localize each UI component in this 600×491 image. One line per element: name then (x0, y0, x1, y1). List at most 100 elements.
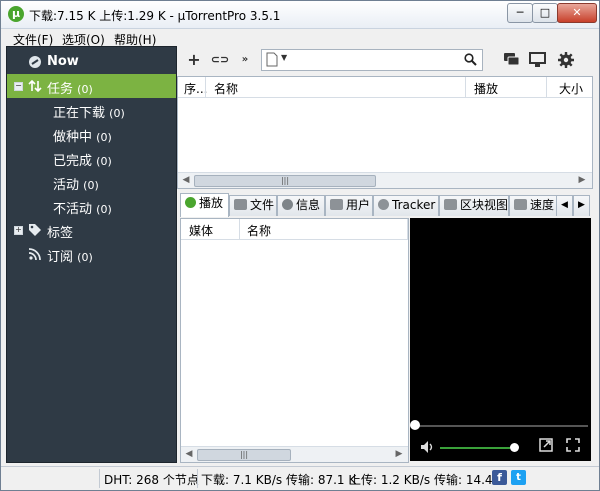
minimize-button[interactable]: ─ (507, 3, 533, 23)
tab-label: 文件 (250, 198, 275, 212)
search-input[interactable]: ▼ (261, 49, 483, 71)
tab-files[interactable]: 文件 (229, 195, 277, 216)
title-bar: µ 下载:7.15 K 上传:1.29 K - µTorrentPro 3.5.… (1, 1, 599, 29)
sidebar-item-completed[interactable]: 已完成 (0) (7, 146, 176, 170)
column-header-number[interactable]: 序... (184, 80, 207, 97)
tab-label: 区块视图 (460, 198, 509, 212)
sidebar-item-seeding[interactable]: 做种中 (0) (7, 122, 176, 146)
sidebar-item-label: 标签 (47, 226, 74, 241)
sidebar-item-tasks[interactable]: − 任务 (0) (7, 74, 176, 98)
column-header-media[interactable]: 媒体 (189, 222, 213, 239)
media-player[interactable] (410, 218, 591, 461)
pieces-icon (444, 199, 457, 210)
maximize-button[interactable]: □ (532, 3, 558, 23)
count-badge: (0) (77, 251, 93, 264)
seek-bar[interactable] (414, 425, 588, 427)
expand-icon[interactable]: + (14, 226, 23, 235)
play-icon (185, 197, 196, 208)
sidebar-item-downloading[interactable]: 正在下载 (0) (7, 98, 176, 122)
media-list-header: 媒体 名称 (181, 219, 408, 240)
column-header-name[interactable]: 名称 (247, 222, 271, 239)
tab-tracker[interactable]: Tracker (373, 195, 439, 216)
scrollbar-thumb[interactable]: ||| (194, 175, 376, 187)
sidebar-item-subscriptions[interactable]: 订阅 (0) (7, 242, 176, 266)
detail-tabs: 播放 文件 信息 用户 Tracker 区块视图 速度 ◀ ▶ (177, 193, 591, 217)
column-header-size[interactable]: 大小 (559, 80, 583, 97)
torrent-list-header: 序... 名称 播放 大小 (178, 77, 592, 98)
tab-label: 用户 (346, 198, 371, 212)
info-icon (282, 199, 293, 210)
scrollbar-thumb[interactable]: ||| (197, 449, 291, 461)
seek-handle[interactable] (410, 420, 420, 430)
tag-icon (29, 224, 41, 236)
torrent-list[interactable]: 序... 名称 播放 大小 ◀ ||| ▶ (177, 76, 593, 189)
sidebar: Now − 任务 (0) 正在下载 (0) 做种中 (0) 已完成 (0) 活动… (6, 46, 177, 463)
add-torrent-button[interactable]: + (183, 50, 205, 70)
fullscreen-icon[interactable] (566, 438, 580, 452)
users-icon (330, 199, 343, 210)
popout-icon[interactable] (539, 438, 553, 452)
dht-status: DHT: 268 个节点 (104, 473, 199, 487)
scroll-right-icon[interactable]: ▶ (576, 174, 588, 187)
window-title: 下载:7.15 K 上传:1.29 K - µTorrentPro 3.5.1 (29, 9, 281, 23)
tab-pieces[interactable]: 区块视图 (439, 195, 509, 216)
sidebar-item-label: 不活动 (53, 202, 93, 217)
sidebar-item-label: 活动 (53, 178, 80, 193)
tab-label: 播放 (199, 196, 224, 210)
sidebar-item-label: Now (47, 54, 79, 69)
monitor-icon[interactable] (529, 52, 546, 68)
transfer-arrows-icon (28, 79, 42, 93)
tab-label: 信息 (296, 198, 321, 212)
chart-icon (514, 199, 527, 210)
tab-label: Tracker (392, 198, 436, 212)
collapse-icon[interactable]: − (14, 82, 23, 91)
now-icon (29, 56, 41, 68)
count-badge: (0) (96, 131, 112, 144)
volume-icon[interactable] (420, 440, 436, 454)
scroll-left-icon[interactable]: ◀ (183, 448, 195, 461)
toolbar-overflow-button[interactable]: » (239, 50, 251, 70)
tab-play[interactable]: 播放 (180, 193, 229, 217)
gear-icon[interactable] (557, 51, 575, 69)
folder-icon (234, 199, 247, 210)
count-badge: (0) (77, 83, 93, 96)
download-status[interactable]: 下载: 7.1 KB/s 传输: 87.1 K (201, 471, 356, 488)
media-list[interactable]: 媒体 名称 ◀ ||| ▶ (180, 218, 409, 463)
sidebar-item-now[interactable]: Now (7, 50, 176, 74)
column-header-name[interactable]: 名称 (214, 80, 238, 97)
sidebar-item-tags[interactable]: + 标签 (7, 218, 176, 242)
upload-status[interactable]: 上传: 1.2 KB/s 传输: 14.4 K (349, 471, 504, 488)
column-header-play[interactable]: 播放 (474, 80, 498, 97)
volume-handle[interactable] (510, 443, 519, 452)
sidebar-item-label: 正在下载 (53, 106, 106, 121)
sidebar-item-label: 做种中 (53, 130, 93, 145)
tab-info[interactable]: 信息 (277, 195, 325, 216)
rss-icon (28, 248, 41, 261)
search-icon[interactable] (464, 53, 477, 66)
volume-slider[interactable] (440, 447, 510, 449)
document-icon[interactable] (266, 52, 278, 67)
chat-icon[interactable] (503, 52, 520, 68)
tab-scroll-right-button[interactable]: ▶ (573, 195, 590, 216)
app-window: µ 下载:7.15 K 上传:1.29 K - µTorrentPro 3.5.… (0, 0, 600, 491)
sidebar-item-inactive[interactable]: 不活动 (0) (7, 194, 176, 218)
count-badge: (0) (96, 155, 112, 168)
horizontal-scrollbar[interactable]: ◀ ||| ▶ (178, 172, 592, 188)
close-button[interactable]: ✕ (557, 3, 597, 23)
toolbar: + ⊂⊃ » ▼ (177, 46, 591, 74)
scroll-left-icon[interactable]: ◀ (180, 174, 192, 187)
tab-speed[interactable]: 速度 (509, 195, 557, 216)
tab-peers[interactable]: 用户 (325, 195, 373, 216)
horizontal-scrollbar[interactable]: ◀ ||| ▶ (181, 446, 408, 462)
scroll-right-icon[interactable]: ▶ (393, 448, 405, 461)
sidebar-item-label: 已完成 (53, 154, 93, 169)
tab-scroll-left-button[interactable]: ◀ (556, 195, 573, 216)
tracker-icon (378, 199, 389, 210)
twitter-icon[interactable]: t (511, 470, 526, 485)
sidebar-item-active[interactable]: 活动 (0) (7, 170, 176, 194)
chevron-down-icon[interactable]: ▼ (281, 53, 287, 62)
facebook-icon[interactable]: f (492, 470, 507, 485)
tab-label: 速度 (530, 198, 555, 212)
sidebar-item-label: 任务 (47, 82, 74, 97)
add-link-button[interactable]: ⊂⊃ (209, 50, 231, 70)
